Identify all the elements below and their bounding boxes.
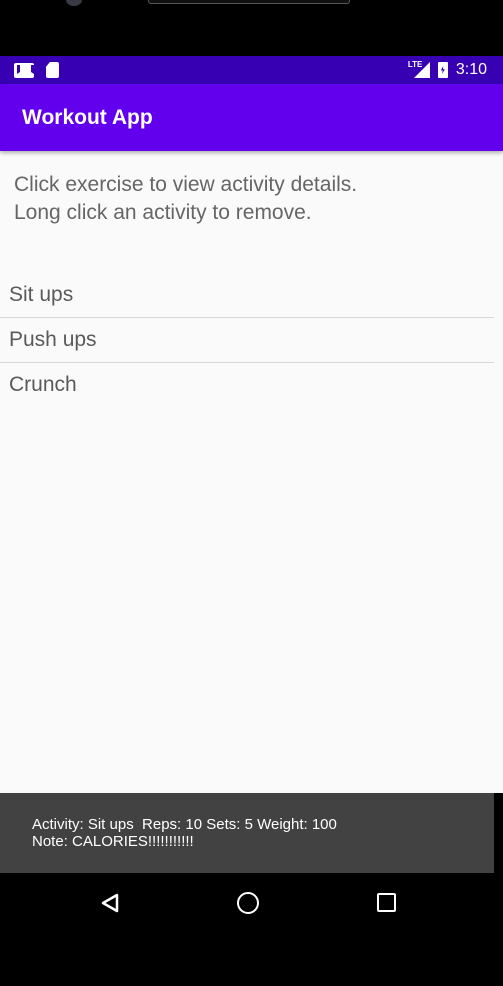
navigation-bar [0,873,503,933]
toast-activity-line: Activity: Sit ups Reps: 10 Sets: 5 Weigh… [32,816,337,833]
instructions-line-1: Click exercise to view activity details. [14,173,358,196]
gmail-icon [14,62,34,78]
exercise-item-crunch[interactable]: Crunch [0,363,494,407]
notification-icons [14,62,59,78]
lte-signal-icon: LTE [408,60,430,78]
main-content: Click exercise to view activity details.… [0,151,503,793]
exercise-item-push-ups[interactable]: Push ups [0,318,494,363]
home-icon[interactable] [237,892,259,914]
activity-toast: Activity: Sit ups Reps: 10 Sets: 5 Weigh… [0,793,494,873]
status-bar: LTE 3:10 [0,56,503,84]
app-title: Workout App [22,106,153,129]
toast-text: Activity: Sit ups Reps: 10 Sets: 5 Weigh… [32,816,337,850]
status-clock: 3:10 [455,61,487,78]
toast-note-line: Note: CALORIES!!!!!!!!!!! [32,833,194,850]
recents-icon[interactable] [377,893,396,912]
front-camera [66,0,82,6]
device-screen: LTE 3:10 Workout App Click exercise to v… [0,0,503,986]
system-icons: LTE 3:10 [408,60,487,79]
app-bar: Workout App [0,84,503,151]
instructions-line-2: Long click an activity to remove. [14,201,312,224]
instructions-text: Click exercise to view activity details.… [14,171,357,227]
back-icon[interactable] [100,893,120,913]
exercise-list: Sit ups Push ups Crunch [0,273,494,407]
battery-charging-icon [437,62,448,78]
exercise-item-sit-ups[interactable]: Sit ups [0,273,494,318]
earpiece-speaker [148,0,350,4]
sd-card-icon [46,62,59,78]
